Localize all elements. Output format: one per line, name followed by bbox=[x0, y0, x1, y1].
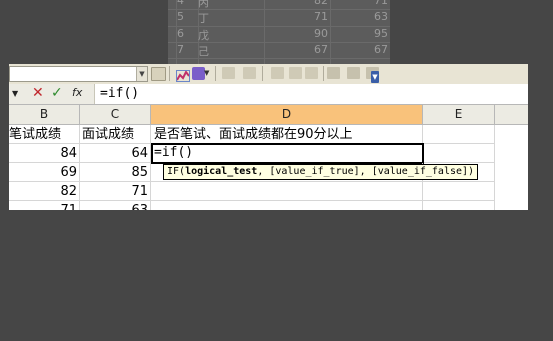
formula-bar: ▼ ✕ ✓ fx =if() bbox=[9, 84, 528, 105]
toolbar-separator bbox=[169, 66, 170, 81]
column-headers: B C D E bbox=[9, 105, 528, 125]
chart-icon[interactable] bbox=[176, 67, 190, 82]
bg-name: 戊 bbox=[198, 29, 209, 42]
border-icon[interactable] bbox=[305, 67, 318, 79]
formula-input[interactable]: =if() bbox=[100, 86, 139, 101]
text-wrap-icon[interactable] bbox=[347, 67, 360, 79]
toolbar-separator bbox=[323, 66, 324, 81]
chevron-down-icon[interactable]: ▼ bbox=[204, 67, 212, 79]
cell-c[interactable]: 71 bbox=[80, 182, 151, 201]
bg-c: 95 bbox=[374, 27, 388, 40]
cell-e[interactable] bbox=[423, 201, 495, 210]
formula-bar-controls: ▼ ✕ ✓ fx bbox=[9, 84, 95, 104]
bg-name: 丙 bbox=[198, 0, 209, 9]
cell-d[interactable] bbox=[151, 201, 423, 210]
cell-b[interactable]: 84 bbox=[9, 144, 80, 163]
column-header-c[interactable]: C bbox=[80, 105, 151, 124]
bg-b: 82 bbox=[314, 0, 328, 7]
cell-b[interactable]: 71 bbox=[9, 201, 80, 210]
bg-c: 63 bbox=[374, 10, 388, 23]
cell-b[interactable]: 69 bbox=[9, 163, 80, 182]
confirm-icon[interactable]: ✓ bbox=[51, 85, 63, 101]
bg-name: 丁 bbox=[198, 12, 209, 25]
chevron-down-icon[interactable]: ▼ bbox=[12, 89, 18, 98]
toolbar-separator bbox=[262, 66, 263, 81]
toolbar: ▼ ▼ ▼ bbox=[9, 64, 528, 85]
align-left-icon[interactable] bbox=[222, 67, 235, 79]
column-header-d[interactable]: D bbox=[151, 105, 423, 124]
cell-c[interactable]: 64 bbox=[80, 144, 151, 163]
bg-c: 67 bbox=[374, 43, 388, 56]
cell-c[interactable]: 63 bbox=[80, 201, 151, 210]
cell-b[interactable]: 82 bbox=[9, 182, 80, 201]
bg-name: 己 bbox=[198, 45, 209, 58]
bg-b: 67 bbox=[314, 43, 328, 56]
tooltip-arg-current[interactable]: logical_test bbox=[185, 166, 257, 177]
bg-b: 71 bbox=[314, 10, 328, 23]
column-header-b[interactable]: B bbox=[9, 105, 80, 124]
function-tooltip: IF(logical_test, [value_if_true], [value… bbox=[163, 164, 479, 180]
background-sheet: 4 丙 82 71 5 丁 71 63 6 戊 90 95 7 己 67 67 bbox=[168, 0, 390, 64]
active-cell-d[interactable]: =if() bbox=[151, 143, 424, 164]
cell-c[interactable]: 85 bbox=[80, 163, 151, 182]
spreadsheet-window: ▼ ▼ ▼ ▼ ✕ ✓ fx =if() B C D E 笔试成绩 面试成绩 是… bbox=[9, 64, 528, 210]
cancel-icon[interactable]: ✕ bbox=[32, 85, 44, 101]
cell-b-header[interactable]: 笔试成绩 bbox=[9, 125, 80, 144]
outdent-icon[interactable] bbox=[289, 67, 302, 79]
cell-c-header[interactable]: 面试成绩 bbox=[80, 125, 151, 144]
merge-icon[interactable] bbox=[327, 67, 340, 79]
tooltip-args: , [value_if_true], [value_if_false]) bbox=[257, 166, 475, 177]
bg-b: 90 bbox=[314, 27, 328, 40]
tooltip-fn[interactable]: IF( bbox=[167, 166, 185, 177]
align-center-icon[interactable] bbox=[243, 67, 256, 79]
toolbar-options-icon[interactable]: ▼ bbox=[371, 71, 379, 83]
cell-d[interactable] bbox=[151, 182, 423, 201]
bg-row-num: 7 bbox=[177, 43, 184, 56]
cell-e-header[interactable] bbox=[423, 125, 495, 144]
bg-row-num: 4 bbox=[177, 0, 184, 7]
indent-icon[interactable] bbox=[271, 67, 284, 79]
format-icon[interactable] bbox=[151, 67, 166, 81]
chevron-down-icon[interactable]: ▼ bbox=[136, 67, 147, 81]
bg-c: 71 bbox=[374, 0, 388, 7]
font-size-combo[interactable]: ▼ bbox=[9, 66, 148, 82]
column-header-e[interactable]: E bbox=[423, 105, 495, 124]
bg-row-num: 5 bbox=[177, 10, 184, 23]
toolbar-separator bbox=[215, 66, 216, 81]
cell-e[interactable] bbox=[423, 182, 495, 201]
cell-d-header[interactable]: 是否笔试、面试成绩都在90分以上 bbox=[151, 125, 423, 144]
bg-row-num: 6 bbox=[177, 27, 184, 40]
insert-function-icon[interactable]: fx bbox=[72, 86, 82, 99]
cell-e[interactable] bbox=[424, 144, 495, 163]
